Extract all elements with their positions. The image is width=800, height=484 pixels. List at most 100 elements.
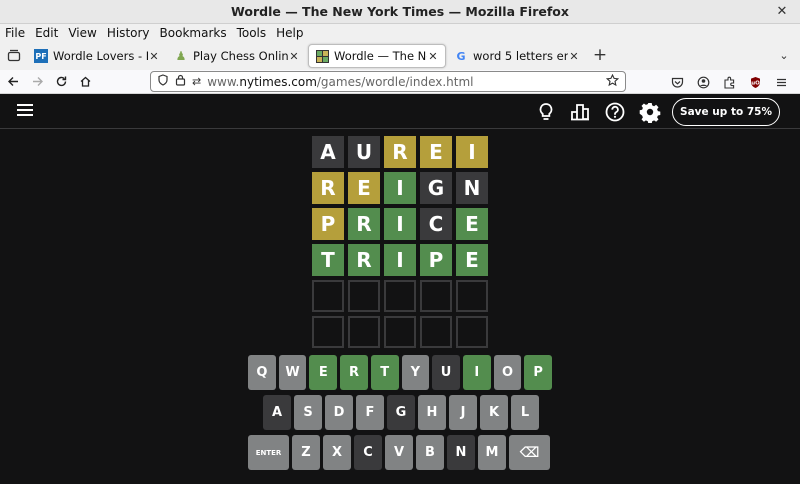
tab-list-icon[interactable] [0, 42, 28, 70]
game-board: AUREIREIGNPRICETRIPE [312, 136, 488, 352]
home-icon[interactable] [74, 71, 96, 93]
menu-hamburger-icon[interactable] [770, 71, 792, 93]
board-tile: R [312, 172, 344, 204]
key-x[interactable]: X [323, 435, 351, 470]
board-tile: C [420, 208, 452, 240]
board-row: PRICE [312, 208, 488, 240]
tab-chess[interactable]: ♟ Play Chess Online for F ✕ [168, 44, 306, 68]
keyboard-row: QWERTYUIOP [248, 355, 553, 390]
menu-view[interactable]: View [63, 26, 101, 40]
key-r[interactable]: R [340, 355, 368, 390]
key-enter[interactable]: ENTER [248, 435, 289, 470]
key-y[interactable]: Y [401, 355, 430, 390]
key-k[interactable]: K [480, 395, 508, 430]
help-question-icon[interactable] [604, 101, 626, 123]
game-menu-hamburger-icon[interactable] [17, 104, 33, 118]
extensions-puzzle-icon[interactable] [718, 71, 740, 93]
key-n[interactable]: N [447, 435, 475, 470]
key-t[interactable]: T [370, 355, 399, 390]
menu-help[interactable]: Help [271, 26, 308, 40]
lock-icon[interactable] [175, 74, 186, 89]
key-q[interactable]: Q [248, 355, 276, 390]
board-tile: I [384, 244, 416, 276]
shield-icon[interactable] [157, 74, 169, 89]
url-path: /games/wordle/index.html [316, 74, 474, 89]
tab-bar: PF Wordle Lovers - Play th ✕ ♟ Play Ches… [0, 42, 800, 70]
key-e[interactable]: E [309, 355, 338, 390]
board-tile: P [312, 208, 344, 240]
reload-icon[interactable] [50, 71, 72, 93]
svg-text:uO: uO [751, 80, 760, 86]
tab-wordle[interactable]: Wordle — The New Yor ✕ [308, 44, 446, 68]
tabs-dropdown-chevron-icon[interactable]: ⌄ [774, 46, 794, 66]
key-c[interactable]: C [354, 435, 382, 470]
board-tile [348, 280, 380, 312]
key-l[interactable]: L [511, 395, 539, 430]
key-d[interactable]: D [325, 395, 353, 430]
account-icon[interactable] [692, 71, 714, 93]
board-tile: T [312, 244, 344, 276]
key-i[interactable]: I [462, 355, 491, 390]
tab-close-icon[interactable]: ✕ [148, 50, 160, 63]
menu-edit[interactable]: Edit [30, 26, 63, 40]
tab-close-icon[interactable]: ✕ [568, 50, 580, 63]
keyboard-row: ASDFGHJKL [248, 395, 552, 430]
board-tile: R [348, 244, 380, 276]
ublock-shield-icon[interactable]: uO [744, 71, 766, 93]
board-tile: I [456, 136, 488, 168]
board-tile [312, 316, 344, 348]
key-z[interactable]: Z [292, 435, 320, 470]
google-favicon-icon: G [456, 49, 466, 63]
window-close-icon[interactable]: ✕ [774, 4, 790, 20]
menu-tools[interactable]: Tools [232, 26, 272, 40]
board-tile: P [420, 244, 452, 276]
permissions-icon[interactable]: ⇄ [192, 75, 201, 88]
key-h[interactable]: H [418, 395, 446, 430]
back-arrow-icon[interactable] [2, 71, 24, 93]
new-tab-plus-icon[interactable]: + [588, 44, 612, 68]
key-u[interactable]: U [432, 355, 460, 390]
board-tile [420, 316, 452, 348]
menu-history[interactable]: History [102, 26, 155, 40]
backspace-key-icon[interactable]: ⌫ [509, 435, 550, 470]
key-b[interactable]: B [416, 435, 444, 470]
board-row: AUREI [312, 136, 488, 168]
menu-file[interactable]: File [0, 26, 30, 40]
save-subscription-button[interactable]: Save up to 75% [672, 98, 780, 126]
key-v[interactable]: V [385, 435, 413, 470]
address-bar[interactable]: ⇄ www.nytimes.com/games/wordle/index.htm… [150, 71, 626, 92]
board-tile [384, 316, 416, 348]
tab-title: Wordle — The New Yor [334, 49, 427, 63]
key-j[interactable]: J [449, 395, 477, 430]
statistics-chart-icon[interactable] [569, 101, 591, 123]
key-a[interactable]: A [263, 395, 291, 430]
key-w[interactable]: W [278, 355, 307, 390]
wordle-app: Save up to 75% AUREIREIGNPRICETRIPE QWER… [0, 95, 800, 484]
board-tile: I [384, 172, 416, 204]
tab-close-icon[interactable]: ✕ [427, 50, 439, 63]
url-prefix: www. [207, 74, 240, 89]
settings-gear-icon[interactable] [639, 101, 661, 124]
key-g[interactable]: G [387, 395, 415, 430]
menu-bookmarks[interactable]: Bookmarks [155, 26, 232, 40]
tab-close-icon[interactable]: ✕ [288, 50, 300, 63]
window-titlebar: Wordle — The New York Times — Mozilla Fi… [0, 0, 800, 24]
key-m[interactable]: M [478, 435, 506, 470]
bookmark-star-icon[interactable] [605, 73, 620, 90]
key-o[interactable]: O [493, 355, 522, 390]
tab-google-search[interactable]: G word 5 letters ending i ✕ [448, 44, 586, 68]
pocket-icon[interactable] [666, 71, 688, 93]
hint-lightbulb-icon[interactable] [535, 101, 557, 123]
board-tile: E [348, 172, 380, 204]
key-s[interactable]: S [294, 395, 322, 430]
forward-arrow-icon[interactable] [26, 71, 48, 93]
key-p[interactable]: P [524, 355, 553, 390]
tab-title: Play Chess Online for F [193, 49, 288, 63]
key-f[interactable]: F [356, 395, 384, 430]
board-tile: E [456, 208, 488, 240]
board-tile: N [456, 172, 488, 204]
board-tile [456, 280, 488, 312]
board-row [312, 316, 488, 348]
tab-wordle-lovers[interactable]: PF Wordle Lovers - Play th ✕ [28, 44, 166, 68]
board-tile [420, 280, 452, 312]
